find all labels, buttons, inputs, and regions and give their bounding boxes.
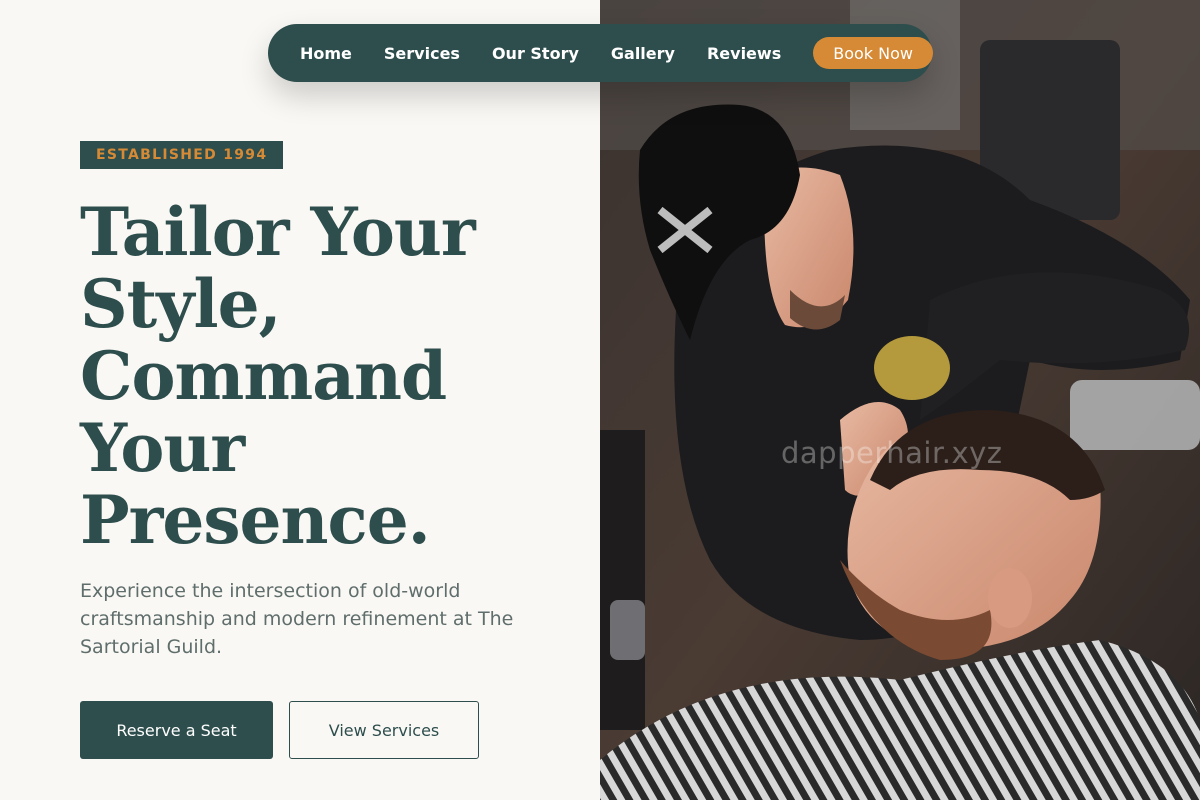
nav-home[interactable]: Home [300, 44, 352, 63]
book-now-button[interactable]: Book Now [813, 37, 933, 69]
nav-gallery[interactable]: Gallery [611, 44, 675, 63]
barber-scene [600, 0, 1200, 800]
main-navigation: Home Services Our Story Gallery Reviews … [268, 24, 933, 82]
hero-headline: Tailor Your Style, Command Your Presence… [80, 196, 580, 556]
headline-line-4: Your [80, 409, 245, 487]
headline-line-5: Presence. [80, 481, 431, 559]
headline-line-1: Tailor Your [80, 193, 476, 271]
nav-reviews[interactable]: Reviews [707, 44, 781, 63]
hero-description: Experience the intersection of old-world… [80, 580, 514, 658]
image-watermark: dapperhair.xyz [781, 436, 1003, 470]
reserve-seat-button[interactable]: Reserve a Seat [80, 701, 273, 759]
headline-line-3: Command [80, 337, 447, 415]
hero-photo [600, 0, 1200, 800]
shirt-patch [874, 336, 950, 400]
nav-our-story[interactable]: Our Story [492, 44, 579, 63]
headline-line-2: Style, [80, 265, 282, 343]
established-badge: ESTABLISHED 1994 [80, 141, 284, 169]
view-services-button[interactable]: View Services [289, 701, 479, 759]
nav-services[interactable]: Services [384, 44, 460, 63]
